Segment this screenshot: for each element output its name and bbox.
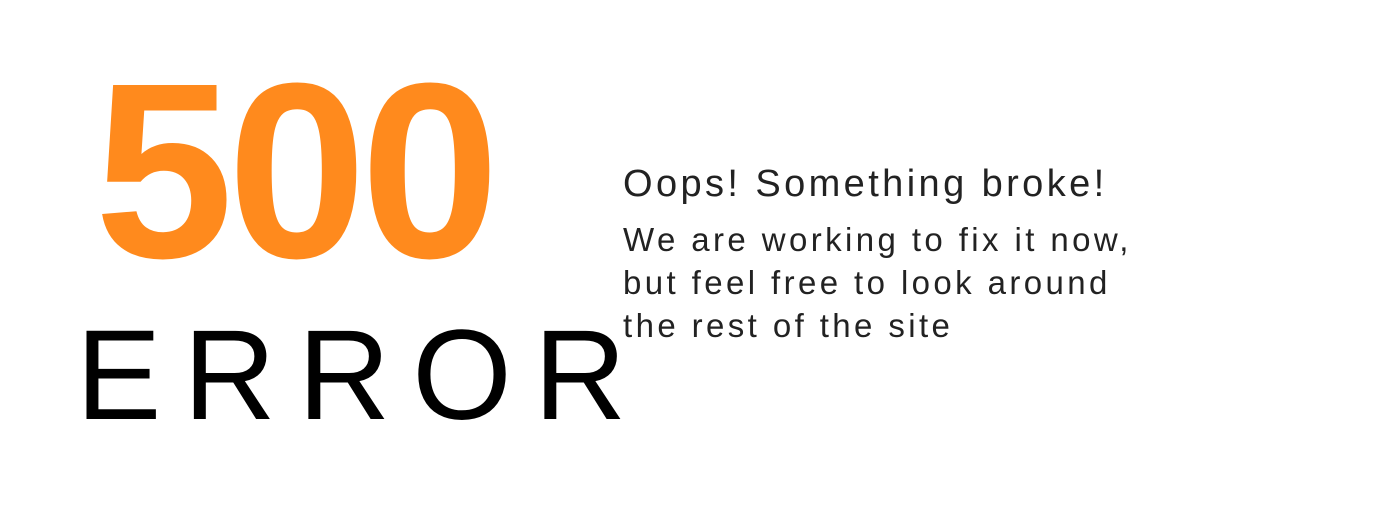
error-message: Oops! Something broke! We are working to…: [623, 160, 1343, 347]
error-word: ERROR: [76, 304, 649, 447]
error-description-line-3: the rest of the site: [623, 307, 954, 344]
error-page: 500 ERROR Oops! Something broke! We are …: [0, 0, 1380, 512]
error-description-line-2: but feel free to look around: [623, 264, 1111, 301]
error-headline: Oops! Something broke!: [623, 163, 1108, 205]
error-code: 500: [94, 31, 499, 310]
error-description-line-1: We are working to fix it now,: [623, 221, 1132, 258]
